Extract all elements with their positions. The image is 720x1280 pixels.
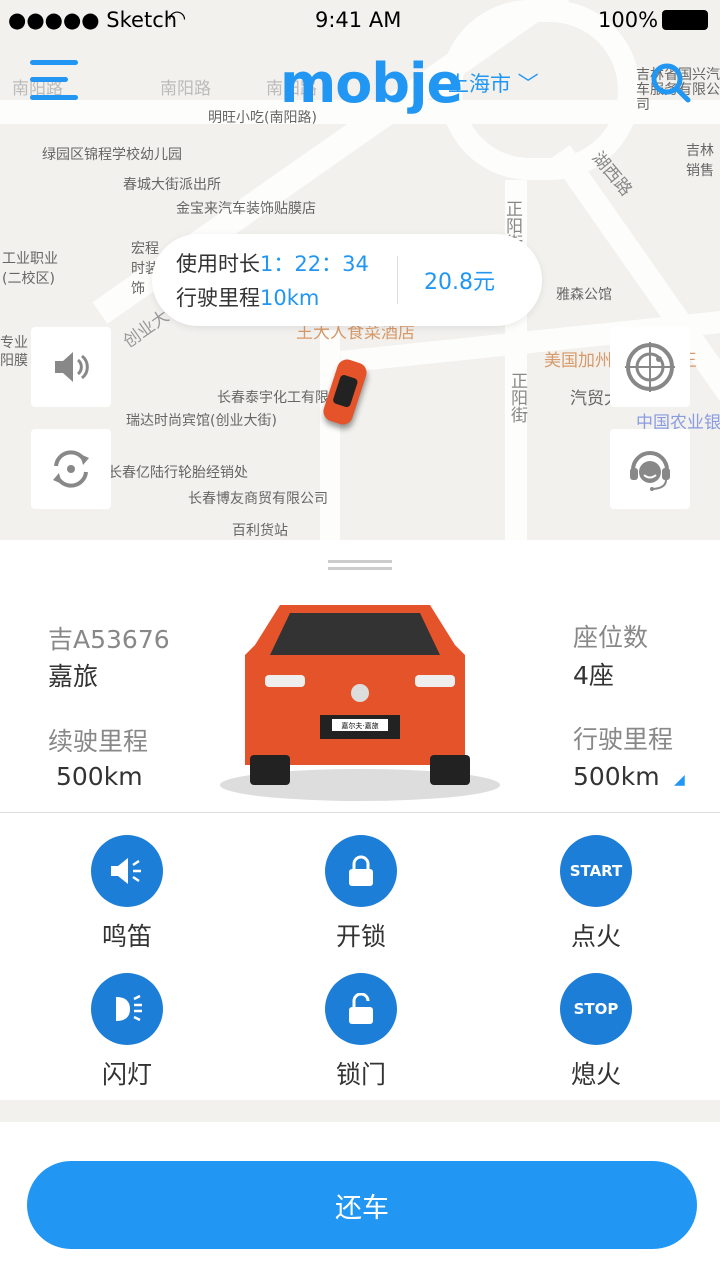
battery-icon [662,10,708,30]
car-badge: 嘉尔夫·嘉旅 [341,721,378,730]
seats-label: 座位数 [573,623,649,652]
headlight-icon [91,973,163,1045]
customer-service-icon [630,451,670,491]
ignition-label: 点火 [570,922,621,951]
seats-value: 4座 [573,661,614,690]
plate-number: 吉A53676 [48,625,170,654]
carrier: ●●●●● Sketch [8,8,178,32]
horn-icon [91,835,163,907]
radar-icon [625,342,675,392]
map-label: 正阳街 [507,372,527,423]
flash-lights-label: 闪灯 [101,1060,152,1089]
refresh-icon [53,450,89,488]
chevron-down-icon: ﹀ [511,72,539,96]
start-icon: START [560,835,632,907]
distance-value: 10km [260,286,320,310]
lock-icon [325,835,397,907]
distance-label: 行驶里程 [176,286,260,310]
ignition-button[interactable]: START 点火 [536,835,656,953]
horn-button[interactable]: 鸣笛 [67,835,187,953]
search-icon [651,63,691,103]
map-label: 南阳路 [160,79,211,99]
map-strip [0,1100,720,1122]
menu-button[interactable] [30,60,78,102]
sound-icon [55,352,89,382]
car-model: 嘉旅 [48,662,99,691]
status-bar: ●●●●● Sketch ◠ 9:41 AM 100% [0,0,720,40]
mileage-value: 500km [573,762,660,791]
radar-button[interactable] [610,327,690,407]
battery-percent: 100% [598,8,659,32]
range-value: 500km [56,762,143,791]
map-label: 瑞达时尚宾馆(创业大街) [126,413,277,429]
refresh-button[interactable] [31,429,111,509]
lock-door-label: 锁门 [335,1060,386,1089]
map-label: 雅森公馆 [556,287,612,303]
trip-info-card: 使用时长1：22：34 行驶里程10km 20.8元 [152,234,542,326]
engine-off-label: 熄火 [570,1060,621,1089]
duration-label: 使用时长 [176,252,260,276]
map-label: 长春博友商贸有限公司 [188,491,328,507]
unlock-label: 开锁 [335,922,386,951]
horn-label: 鸣笛 [101,922,152,951]
logo: mobje [280,52,463,115]
map-label: 长春亿陆行轮胎经销处 [108,465,248,481]
range-label: 续驶里程 [48,727,149,756]
location-arrow-icon: ◢ [674,772,685,788]
map-label: 金宝来汽车装饰贴膜店 [176,201,316,217]
city-selector[interactable]: 上海市 ﹀ [448,68,539,98]
lock-door-button[interactable]: 锁门 [301,973,421,1091]
map-label: 春城大街派出所 [123,177,221,193]
vehicle-panel: 吉A53676 嘉旅 续驶里程 500km 座位数 4座 行驶里程 500km … [0,540,720,1100]
search-button[interactable] [650,62,692,104]
unlock-car-button[interactable]: 开锁 [301,835,421,953]
map-label: 百利货站 [232,523,288,539]
duration-value: 1：22：34 [260,252,369,276]
customer-service-button[interactable] [610,429,690,509]
wifi-icon: ◠ [168,6,187,30]
flash-lights-button[interactable]: 闪灯 [67,973,187,1091]
divider [397,256,398,304]
map-label: 专业阳膜 [0,335,28,369]
map-label: 工业职业(二校区) [2,251,58,287]
return-car-button[interactable]: 还车 [27,1161,697,1249]
unlock-icon [325,973,397,1045]
car-image: 嘉尔夫·嘉旅 [220,605,500,801]
sound-button[interactable] [31,327,111,407]
drag-handle[interactable] [328,560,392,570]
city-label: 上海市 [448,72,511,96]
time: 9:41 AM [315,8,402,32]
map-label: 绿园区锦程学校幼儿园 [42,147,182,163]
engine-off-button[interactable]: STOP 熄火 [536,973,656,1091]
map-label: 吉林销售 [686,143,714,179]
stop-icon: STOP [560,973,632,1045]
mileage-label: 行驶里程 [573,725,674,754]
divider [0,812,720,813]
trip-fee: 20.8元 [424,270,495,295]
